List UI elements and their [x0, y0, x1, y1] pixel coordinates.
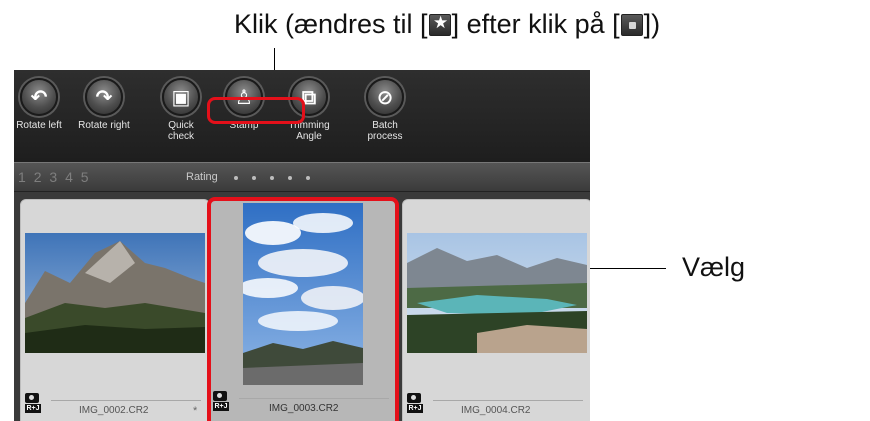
rating-label: Rating	[186, 171, 218, 183]
callout-text-start: Klik (ændres til [	[234, 9, 428, 40]
thumbnail-image-sky	[243, 203, 363, 385]
camera-raw-jpeg-icon: R+J	[407, 393, 423, 415]
rating-filter-4[interactable]: 4	[65, 169, 74, 185]
thumbnail-image-mountains	[25, 233, 205, 353]
callout-click-rating: Klik (ændres til [ ] efter klik på [])	[234, 8, 714, 48]
callout-text-end: ])	[643, 9, 661, 40]
divider	[433, 400, 583, 401]
rating-filter-1[interactable]: 1	[18, 169, 27, 185]
thumbnail-card-selected[interactable]: R+J IMG_0003.CR2	[207, 197, 399, 421]
rating-dot-2[interactable]	[252, 176, 256, 180]
batch-process-button[interactable]: ⊘ Batch process	[350, 78, 420, 142]
rating-dot-5[interactable]	[306, 176, 310, 180]
camera-raw-jpeg-icon: R+J	[25, 393, 41, 415]
divider	[51, 400, 201, 401]
thumbnail-filename: IMG_0003.CR2	[269, 403, 339, 414]
rating-dot-4[interactable]	[288, 176, 292, 180]
rating-number-filters: 1 2 3 4 5	[18, 169, 92, 185]
rating-dots[interactable]	[232, 176, 322, 182]
app-window: ↶ Rotate left ↷ Rotate right ▣ Quick che…	[14, 70, 590, 421]
thumbnail-filename: IMG_0002.CR2	[79, 405, 149, 416]
divider	[239, 398, 389, 399]
batch-process-icon: ⊘	[366, 78, 404, 116]
rotate-right-button[interactable]: ↷ Rotate right	[69, 78, 139, 131]
badge-text: R+J	[25, 404, 41, 413]
rating-filter-3[interactable]: 3	[49, 169, 58, 185]
callout-select: Vælg	[682, 252, 746, 282]
batch-process-label: Batch process	[367, 120, 403, 142]
rotate-left-label: Rotate left	[16, 120, 62, 131]
camera-raw-jpeg-icon: R+J	[213, 391, 229, 413]
thumbnail-card[interactable]: R+J IMG_0002.CR2 *	[20, 199, 210, 421]
rotate-left-icon: ↶	[20, 78, 58, 116]
quick-check-icon: ▣	[162, 78, 200, 116]
rotate-right-icon: ↷	[85, 78, 123, 116]
thumbnail-card[interactable]: R+J IMG_0004.CR2	[402, 199, 590, 421]
rating-filter-5[interactable]: 5	[81, 169, 90, 185]
rating-highlight-frame	[207, 97, 305, 124]
quick-check-button[interactable]: ▣ Quick check	[146, 78, 216, 142]
callout-text-middle: ] efter klik på [	[451, 9, 620, 40]
badge-text: R+J	[407, 404, 423, 413]
rotate-right-label: Rotate right	[78, 120, 130, 131]
quick-check-label: Quick check	[167, 120, 195, 142]
edited-marker: *	[193, 405, 198, 417]
thumbnail-image-lake	[407, 233, 587, 353]
thumbnail-grid: R+J IMG_0002.CR2 * R+J IMG_0003.CR2 R+J …	[14, 192, 590, 421]
rating-filter-2[interactable]: 2	[34, 169, 43, 185]
rating-dot-3[interactable]	[270, 176, 274, 180]
badge-text: R+J	[213, 402, 229, 411]
rating-dot-1[interactable]	[234, 176, 238, 180]
thumbnail-filename: IMG_0004.CR2	[461, 405, 531, 416]
star-rating-icon	[428, 13, 452, 36]
rating-bar: 1 2 3 4 5 Rating	[14, 162, 590, 192]
dot-rating-icon	[620, 13, 643, 36]
rotate-left-button[interactable]: ↶ Rotate left	[14, 78, 74, 131]
